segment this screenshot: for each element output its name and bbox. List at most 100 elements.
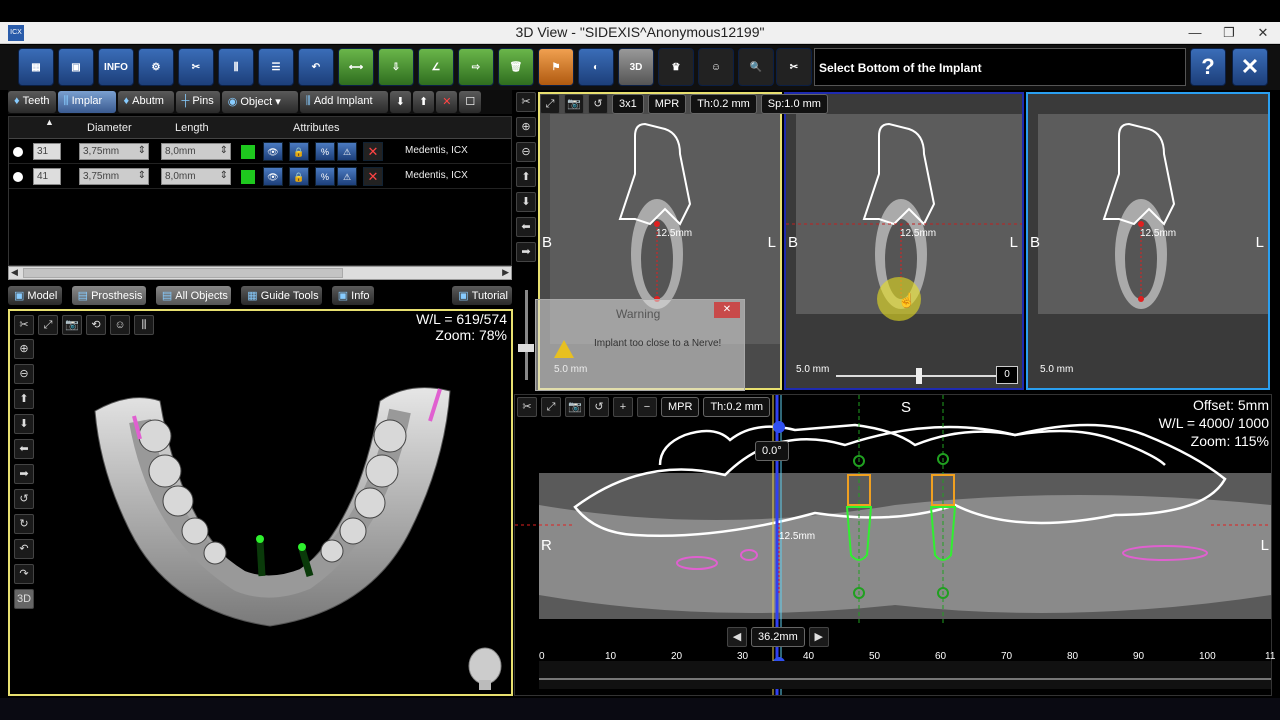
restore-button[interactable]: ❐ [1212,22,1246,44]
delete-implant-icon[interactable]: ✕ [363,142,383,161]
roll-left-icon[interactable]: ↶ [14,539,34,559]
cross-section-2[interactable]: B L 12.5mm 5.0 mm 0 ☝ [784,92,1024,390]
tooth-number[interactable]: 41 [33,168,61,185]
view-3d-mode-button[interactable]: 3D [14,589,34,609]
zoom-search-button[interactable]: 🔍 [738,48,774,86]
rotate-right-icon[interactable]: ↻ [14,514,34,534]
crown-button[interactable]: ♛ [658,48,694,86]
visibility-icon[interactable]: 👁 [263,167,283,186]
settings-button[interactable]: ⚙ [138,48,174,86]
pan-down-icon[interactable]: ⬇ [14,414,34,434]
reset-icon[interactable]: ↺ [589,397,609,417]
row-radio[interactable] [13,172,23,182]
pan-right-icon[interactable]: ➡ [14,464,34,484]
tab-guide-tools[interactable]: ▦ Guide Tools [241,286,322,305]
tab-all-objects[interactable]: ▤ All Objects [155,286,232,305]
doctor-settings-button[interactable]: ☺ [698,48,734,86]
slice-slider-track[interactable] [525,290,528,380]
save-button[interactable]: ▣ [58,48,94,86]
nerve-check-icon[interactable]: ⚠ [337,142,357,161]
plus-icon[interactable]: + [613,397,633,417]
zoom-out-icon[interactable]: ⊖ [516,142,536,162]
scroll-right-icon[interactable]: ▶ [502,267,509,278]
move-up-button[interactable]: ⬆ [412,91,435,113]
tools-icon[interactable]: ✂ [516,92,536,112]
row-radio[interactable] [13,147,23,157]
view-3d-button[interactable]: 3D [618,48,654,86]
scroll-left-icon[interactable]: ◀ [11,267,18,278]
zoom-in-icon[interactable]: ⊕ [516,117,536,137]
lock-icon[interactable]: 🔒 [289,167,309,186]
angle-button[interactable]: ∠ [418,48,454,86]
view-3d-panel[interactable]: ✂ ⤢ 📷 ⟲ ☺ ⫼ ⊕ ⊖ ⬆ ⬇ ⬅ ➡ ↺ ↻ ↶ ↷ 3D W/L =… [8,309,513,696]
fullscreen-icon[interactable]: ⤢ [541,397,561,417]
mandible-render[interactable] [90,381,460,641]
column-attributes[interactable]: Attributes [293,122,339,134]
tab-pins[interactable]: ┼ Pins [175,91,220,113]
pan-up-icon[interactable]: ⬆ [14,389,34,409]
implant-button[interactable]: ⫼ [218,48,254,86]
measure-button[interactable]: ⟷ [338,48,374,86]
pan-up-icon[interactable]: ⬆ [516,167,536,187]
opacity-icon[interactable]: % [315,167,335,186]
table-row[interactable]: 31 3,75mm 8,0mm 👁 🔒 % ⚠ ✕ Medentis, ICX [9,139,511,164]
move-down-button[interactable]: ⬇ [389,91,411,113]
step-right-icon[interactable]: ▶ [808,627,829,647]
reset-icon[interactable]: ↺ [588,94,608,114]
pan-left-icon[interactable]: ⬅ [516,217,536,237]
table-scrollbar[interactable]: ◀ ▶ [8,266,512,280]
diameter-stepper[interactable]: 3,75mm [79,168,149,185]
info-button[interactable]: INFO [98,48,134,86]
tab-abutments[interactable]: ♦ Abutm [117,91,174,113]
tab-teeth[interactable]: ♦ Teeth [8,91,56,113]
fullscreen-icon[interactable]: ⤢ [38,315,58,335]
length-stepper[interactable]: 8,0mm [161,143,231,160]
delete-button[interactable]: 🗑 [498,48,534,86]
table-row[interactable]: 41 3,75mm 8,0mm 👁 🔒 % ⚠ ✕ Medentis, ICX [9,164,511,189]
deselect-button[interactable]: ☐ [459,91,482,113]
tools-icon[interactable]: ✂ [14,315,34,335]
head-icon[interactable]: ☺ [110,315,130,335]
implant-31[interactable] [256,540,266,577]
tab-tutorial[interactable]: ▣ Tutorial [452,286,513,305]
fullscreen-icon[interactable]: ⤢ [540,94,560,114]
thickness-button[interactable]: Th:0.2 mm [690,94,757,114]
slice-index-field[interactable]: 0 [996,366,1018,384]
zoom-in-icon[interactable]: ⊕ [14,339,34,359]
delete-implant-icon[interactable]: ✕ [363,167,383,186]
rotate-left-icon[interactable]: ↺ [14,489,34,509]
slice-slider-handle[interactable] [518,344,534,352]
tooth-number[interactable]: 31 [33,143,61,160]
column-length[interactable]: Length [175,122,209,134]
tab-prosthesis[interactable]: ▤ Prosthesis [71,286,146,305]
camera-icon[interactable]: 📷 [564,94,584,114]
open-study-button[interactable]: ▦ [18,48,54,86]
tab-implants[interactable]: ⫼ Implar [57,91,116,113]
implant-view-icon[interactable]: ⫼ [134,315,154,335]
roll-right-icon[interactable]: ↷ [14,564,34,584]
tools-button[interactable]: ✂ [178,48,214,86]
opacity-icon[interactable]: % [315,142,335,161]
pan-right-icon[interactable]: ➡ [516,242,536,262]
step-left-icon[interactable]: ◀ [727,627,747,647]
spacing-button[interactable]: Sp:1.0 mm [760,94,828,114]
scroll-thumb[interactable] [23,268,343,278]
report-button[interactable]: ☰ [258,48,294,86]
add-implant-button[interactable]: ⫼ Add Implant [299,91,388,113]
tab-objects[interactable]: ◉ Object ▾ [221,91,298,113]
pan-down-icon[interactable]: ⬇ [516,192,536,212]
pano-thickness-button[interactable]: Th:0.2 mm [703,397,771,417]
panoramic-view[interactable]: ✂ ⤢ 📷 ↺ + − MPR Th:0.2 mm S R L Offset: … [514,394,1275,696]
nerve-tool-button[interactable]: ⚑ [538,48,574,86]
close-window-button[interactable]: ✕ [1246,22,1280,44]
color-swatch[interactable] [241,170,255,184]
camera-icon[interactable]: 📷 [565,397,585,417]
warning-close-button[interactable]: ✕ [714,302,740,318]
orientation-head-icon[interactable] [467,646,503,692]
column-diameter[interactable]: Diameter [87,122,132,134]
cross-section-3[interactable]: B L 12.5mm 5.0 mm [1026,92,1270,390]
nerve-check-icon[interactable]: ⚠ [337,167,357,186]
length-stepper[interactable]: 8,0mm [161,168,231,185]
minimize-button[interactable]: — [1178,22,1212,44]
help-button[interactable]: ? [1190,48,1226,86]
